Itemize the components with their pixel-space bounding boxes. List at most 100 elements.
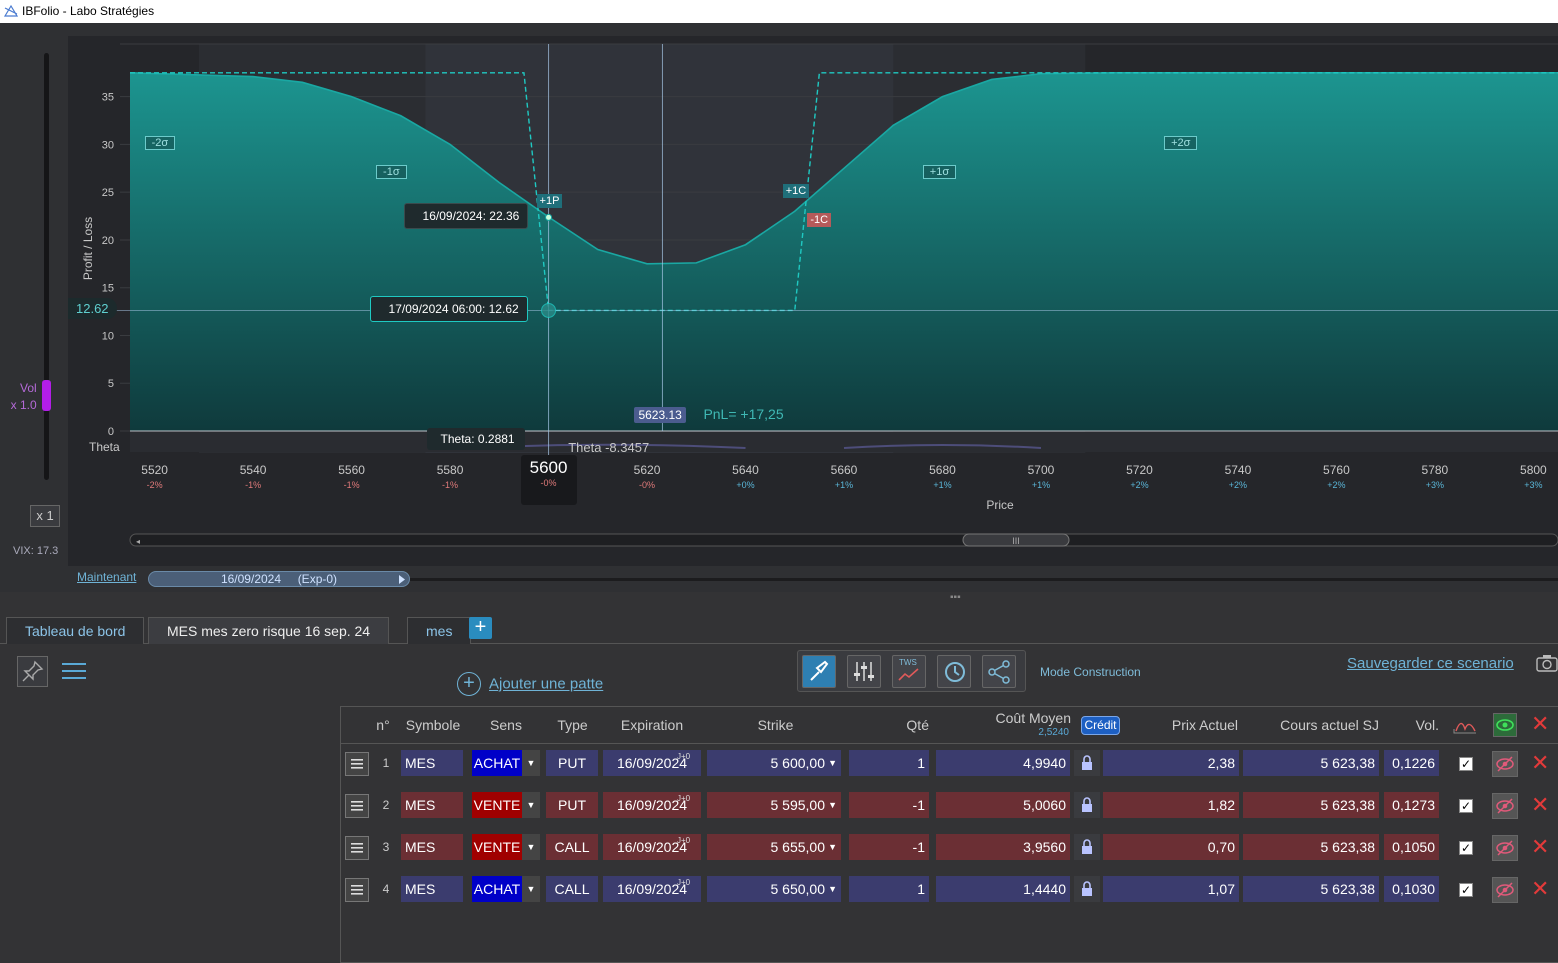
camera-icon[interactable] <box>1536 654 1558 672</box>
row-menu-button[interactable] <box>345 794 369 818</box>
payoff-chart-svg[interactable]: 0 5 10 15 20 25 30 35 5520 -2% 5540 -1% 5560 -1% 5580 -… <box>68 36 1558 566</box>
show-all-button[interactable] <box>1493 713 1517 737</box>
leg-enabled-checkbox[interactable]: ✓ <box>1459 757 1473 771</box>
add-tab-button[interactable]: + <box>469 617 492 639</box>
hide-leg-button[interactable] <box>1492 877 1518 903</box>
strike-field[interactable]: 5 595,00 ▼ <box>707 792 841 818</box>
volatility-field[interactable]: 0,1050 <box>1384 834 1439 860</box>
leg-enabled-checkbox[interactable]: ✓ <box>1459 799 1473 813</box>
save-scenario-link[interactable]: Sauvegarder ce scenario <box>1347 655 1514 672</box>
today-tooltip: 16/09/2024: 22.36 <box>403 203 529 230</box>
date-slider[interactable]: 16/09/2024 (Exp-0) <box>148 571 410 587</box>
symbol-field[interactable]: MES <box>401 834 463 860</box>
avg-cost-field[interactable]: 4,9940 <box>936 750 1070 776</box>
delete-all-icon[interactable]: ✕ <box>1531 711 1549 737</box>
chevron-down-icon[interactable]: ▼ <box>828 876 837 902</box>
strike-field[interactable]: 5 655,00 ▼ <box>707 834 841 860</box>
chevron-down-icon[interactable]: ▼ <box>522 876 540 902</box>
now-link[interactable]: Maintenant <box>77 570 136 584</box>
current-price-field[interactable]: 0,70 <box>1103 834 1239 860</box>
expiration-field[interactable]: J+0 16/09/2024 <box>603 750 701 776</box>
avg-cost-field[interactable]: 1,4440 <box>936 876 1070 902</box>
chevron-down-icon[interactable]: ▼ <box>828 834 837 860</box>
chevron-down-icon[interactable]: ▼ <box>522 750 540 776</box>
x-pct-label: -1% <box>344 480 360 490</box>
show-curve-icon[interactable] <box>1452 715 1478 735</box>
symbol-field[interactable]: MES <box>401 750 463 776</box>
qty-field[interactable]: 1 <box>849 750 929 776</box>
build-mode-button[interactable] <box>802 655 836 688</box>
sens-select[interactable]: ACHAT <box>472 876 522 902</box>
time-scrubber: Maintenant 16/09/2024 (Exp-0) <box>0 566 1558 592</box>
leg-enabled-checkbox[interactable]: ✓ <box>1459 841 1473 855</box>
qty-field[interactable]: -1 <box>849 834 929 860</box>
sens-select[interactable]: VENTE <box>472 792 522 818</box>
pnl-readout: PnL= +17,25 <box>703 406 784 422</box>
y-axis-label: Profit / Loss <box>81 217 95 280</box>
tws-sync-button[interactable]: TWS <box>892 655 926 688</box>
current-price-field[interactable]: 1,07 <box>1103 876 1239 902</box>
lock-icon <box>1082 755 1092 770</box>
volatility-slider-track[interactable] <box>44 53 49 480</box>
lock-button[interactable] <box>1074 834 1100 860</box>
timeline-track <box>410 578 1558 581</box>
row-menu-button[interactable] <box>345 878 369 902</box>
strike-field[interactable]: 5 600,00 ▼ <box>707 750 841 776</box>
adjust-button[interactable] <box>847 655 881 688</box>
lock-button[interactable] <box>1074 750 1100 776</box>
table-row: 4 MES ACHAT ▼ CALL J+0 16/09/2024 5 650,0… <box>341 869 1558 911</box>
current-price-field[interactable]: 1,82 <box>1103 792 1239 818</box>
hide-leg-button[interactable] <box>1492 751 1518 777</box>
strike-field[interactable]: 5 650,00 ▼ <box>707 876 841 902</box>
zoom-multiplier-button[interactable]: x 1 <box>30 505 60 527</box>
share-button[interactable] <box>982 655 1016 688</box>
qty-field[interactable]: 1 <box>849 876 929 902</box>
avg-cost-field[interactable]: 3,9560 <box>936 834 1070 860</box>
sens-select[interactable]: ACHAT <box>472 750 522 776</box>
volatility-field[interactable]: 0,1226 <box>1384 750 1439 776</box>
expiration-field[interactable]: J+0 16/09/2024 <box>603 834 701 860</box>
lock-button[interactable] <box>1074 876 1100 902</box>
hide-leg-button[interactable] <box>1492 793 1518 819</box>
expiration-field[interactable]: J+0 16/09/2024 <box>603 792 701 818</box>
play-icon[interactable] <box>398 575 406 584</box>
delete-leg-icon[interactable]: ✕ <box>1531 792 1549 818</box>
chevron-down-icon[interactable]: ▼ <box>522 792 540 818</box>
hamburger-menu-icon[interactable] <box>60 658 88 684</box>
history-button[interactable] <box>937 655 971 688</box>
delete-leg-icon[interactable]: ✕ <box>1531 834 1549 860</box>
theta-axis-label: Theta <box>89 440 120 454</box>
avg-cost-field[interactable]: 5,0060 <box>936 792 1070 818</box>
expiration-field[interactable]: J+0 16/09/2024 <box>603 876 701 902</box>
tab-strategy[interactable]: MES mes zero risque 16 sep. 24 <box>148 617 390 644</box>
chevron-down-icon[interactable]: ▼ <box>522 834 540 860</box>
pin-button[interactable] <box>17 656 48 687</box>
delete-leg-icon[interactable]: ✕ <box>1531 876 1549 902</box>
current-price-field[interactable]: 2,38 <box>1103 750 1239 776</box>
type-field[interactable]: PUT <box>546 792 598 818</box>
sens-select[interactable]: VENTE <box>472 834 522 860</box>
qty-field[interactable]: -1 <box>849 792 929 818</box>
volatility-field[interactable]: 0,1273 <box>1384 792 1439 818</box>
volatility-field[interactable]: 0,1030 <box>1384 876 1439 902</box>
tab-dashboard[interactable]: Tableau de bord <box>6 617 145 644</box>
payoff-chart[interactable]: 0 5 10 15 20 25 30 35 5520 -2% 5540 -1% 5560 -1% 5580 -… <box>68 36 1558 566</box>
x-tick-label: 5680 <box>929 463 956 477</box>
panel-splitter[interactable]: ▪▪▪ <box>0 592 1558 603</box>
volatility-slider-handle[interactable] <box>42 380 51 411</box>
type-field[interactable]: PUT <box>546 750 598 776</box>
type-field[interactable]: CALL <box>546 876 598 902</box>
delete-leg-icon[interactable]: ✕ <box>1531 750 1549 776</box>
symbol-field[interactable]: MES <box>401 792 463 818</box>
hide-leg-button[interactable] <box>1492 835 1518 861</box>
chevron-down-icon[interactable]: ▼ <box>828 750 837 776</box>
add-leg-link[interactable]: + Ajouter une patte <box>457 672 603 696</box>
chevron-down-icon[interactable]: ▼ <box>828 792 837 818</box>
symbol-field[interactable]: MES <box>401 876 463 902</box>
leg-enabled-checkbox[interactable]: ✓ <box>1459 883 1473 897</box>
row-menu-button[interactable] <box>345 836 369 860</box>
lock-button[interactable] <box>1074 792 1100 818</box>
tab-mes[interactable]: mes <box>407 617 472 644</box>
row-menu-button[interactable] <box>345 752 369 776</box>
type-field[interactable]: CALL <box>546 834 598 860</box>
